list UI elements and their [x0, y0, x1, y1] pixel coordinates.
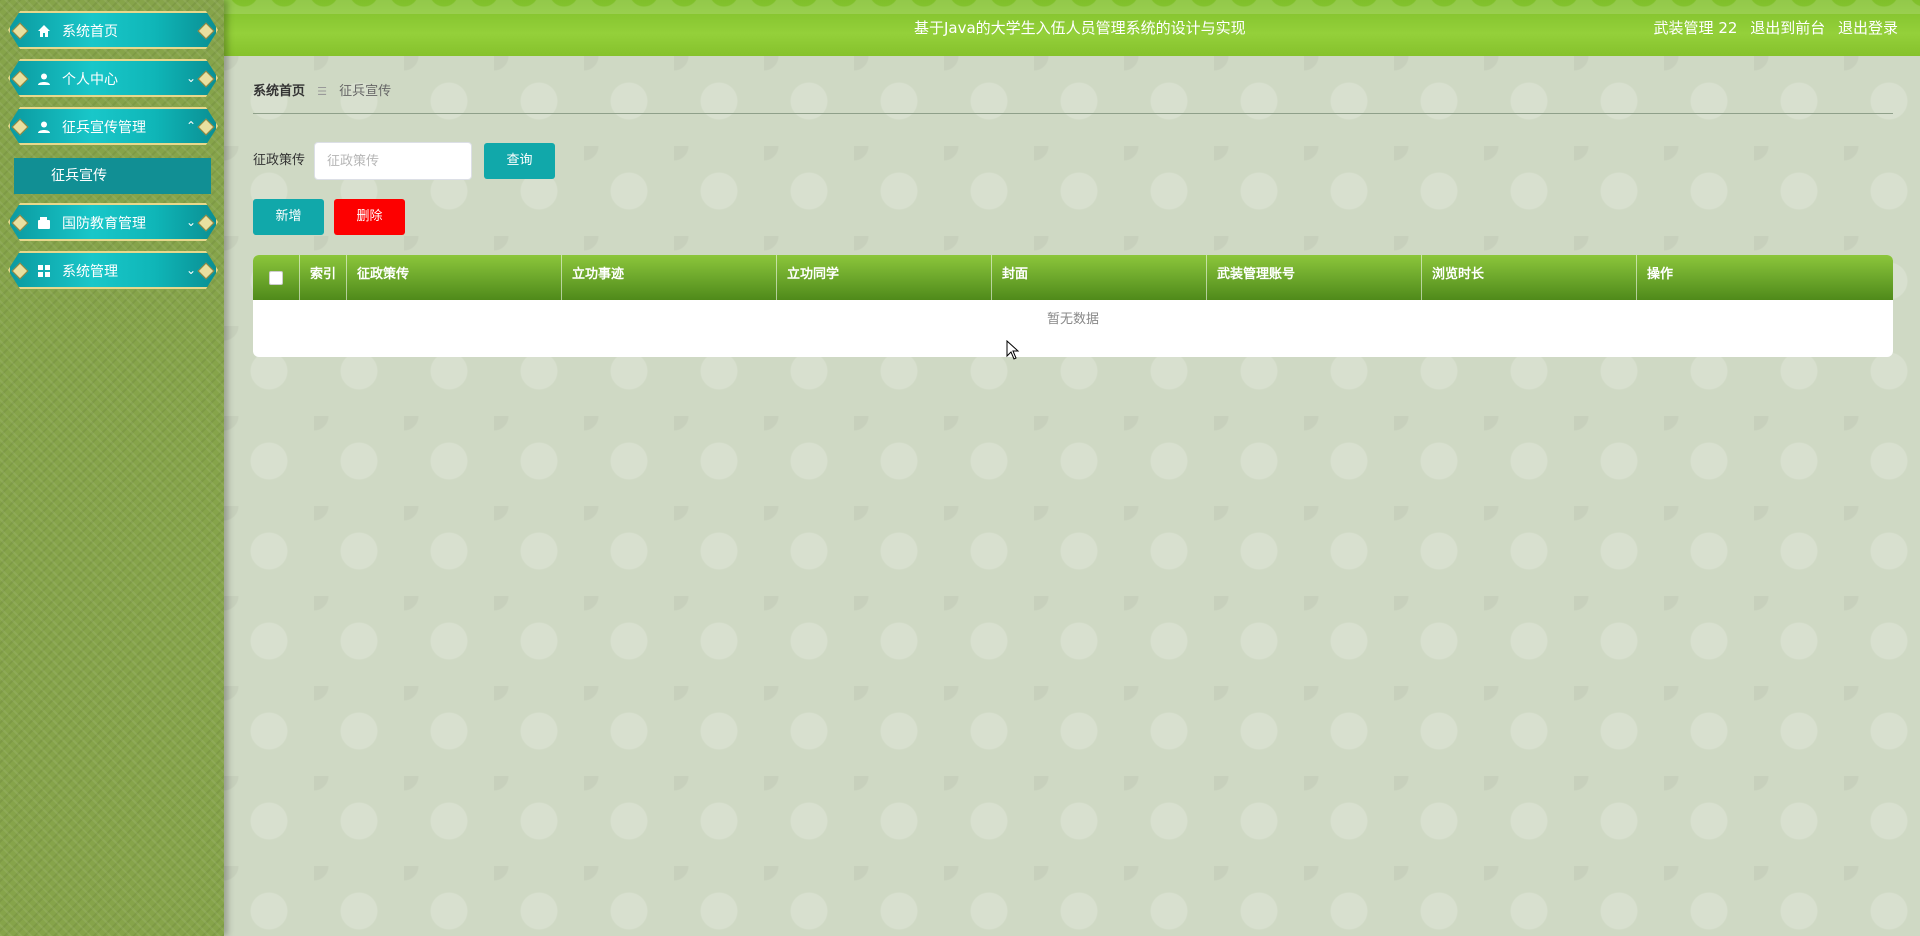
chevron-down-icon: ⌄ [185, 215, 196, 229]
column-header: 操作 [1647, 267, 1674, 282]
column-header: 征政策传 [347, 255, 562, 300]
ornament-diamond-left [12, 215, 29, 232]
breadcrumb-separator-icon: ☰ [317, 85, 328, 98]
submenu-item-recruit-promo[interactable]: 征兵宣传 [14, 158, 211, 194]
menu-item-defense-edu-mgmt[interactable]: 国防教育管理 ⌄ [8, 203, 218, 241]
ornament-diamond-left [12, 71, 29, 88]
breadcrumb-current: 征兵宣传 [339, 84, 392, 99]
delete-button[interactable]: 删除 [334, 199, 405, 235]
column-header: 立功同学 [777, 255, 992, 300]
main-content: 系统首页 ☰ 征兵宣传 征政策传 查询 新增 删除 索引 征政策传 立功事迹 立… [224, 56, 1920, 936]
menu-item-system-mgmt[interactable]: 系统管理 ⌄ [8, 251, 218, 289]
breadcrumb-home[interactable]: 系统首页 [253, 84, 305, 99]
column-header: 武装管理账号 [1207, 255, 1422, 300]
user-icon [37, 120, 51, 134]
ornament-diamond-right [198, 23, 215, 40]
ornament-diamond-right [198, 71, 215, 88]
ornament-diamond-left [12, 119, 29, 136]
search-label: 征政策传 [253, 153, 306, 168]
divider [253, 113, 1893, 114]
home-icon [37, 24, 51, 38]
chevron-up-icon: ⌃ [185, 119, 196, 133]
ornament-diamond-right [198, 215, 215, 232]
ornament-diamond-right [198, 119, 215, 136]
back-to-front-link[interactable]: 退出到前台 [1750, 19, 1825, 37]
ornament-diamond-right [198, 263, 215, 280]
user-icon [37, 72, 51, 86]
column-header: 浏览时长 [1422, 255, 1637, 300]
breadcrumb: 系统首页 ☰ 征兵宣传 [253, 83, 391, 101]
query-button[interactable]: 查询 [484, 143, 555, 179]
menu-item-profile[interactable]: 个人中心 ⌄ [8, 59, 218, 97]
menu-label: 个人中心 [62, 72, 118, 88]
current-user: 武装管理 22 [1653, 19, 1738, 37]
add-button[interactable]: 新增 [253, 199, 324, 235]
menu-item-recruit-promo-mgmt[interactable]: 征兵宣传管理 ⌃ [8, 107, 218, 145]
ornament-diamond-left [12, 23, 29, 40]
app-title: 基于Java的大学生入伍人员管理系统的设计与实现 [914, 19, 1246, 37]
header-user-area: 武装管理 22 退出到前台 退出登录 [1646, 18, 1898, 38]
column-header: 立功事迹 [562, 255, 777, 300]
select-all-checkbox[interactable] [269, 270, 283, 285]
menu-item-home[interactable]: 系统首页 [8, 11, 218, 49]
logout-link[interactable]: 退出登录 [1838, 19, 1898, 37]
ornament-diamond-left [12, 263, 29, 280]
menu-label: 系统管理 [62, 264, 118, 280]
mouse-cursor-icon [1006, 340, 1020, 360]
chevron-down-icon: ⌄ [185, 71, 196, 85]
top-header: 基于Java的大学生入伍人员管理系统的设计与实现 武装管理 22 退出到前台 退… [224, 0, 1920, 56]
search-input[interactable] [314, 142, 472, 180]
empty-state-text: 暂无数据 [1046, 312, 1099, 327]
column-header: 索引 [300, 255, 347, 300]
sidebar: 系统首页 个人中心 ⌄ 征兵宣传管理 ⌃ 征兵宣传 国防教育管理 ⌄ 系统管理 … [0, 0, 224, 936]
menu-label: 国防教育管理 [62, 216, 146, 232]
data-table: 索引 征政策传 立功事迹 立功同学 封面 武装管理账号 浏览时长 操作 暂无数据 [253, 255, 1893, 357]
column-header: 封面 [992, 255, 1207, 300]
grid-icon [37, 264, 51, 278]
menu-label: 征兵宣传管理 [62, 120, 146, 136]
menu-label: 系统首页 [62, 24, 118, 40]
chevron-down-icon: ⌄ [185, 263, 196, 277]
wallet-icon [37, 216, 51, 230]
table-header: 索引 征政策传 立功事迹 立功同学 封面 武装管理账号 浏览时长 操作 [253, 255, 1893, 300]
select-all-cell [253, 255, 300, 300]
